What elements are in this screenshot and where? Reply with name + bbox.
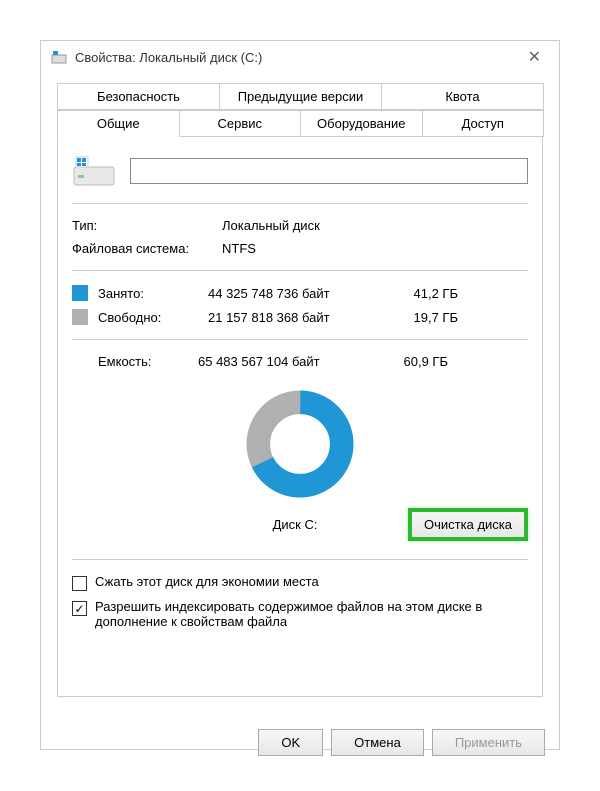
drive-large-icon — [72, 153, 116, 189]
capacity-label: Емкость: — [72, 354, 198, 369]
apply-button[interactable]: Применить — [432, 729, 545, 756]
disk-name-input[interactable] — [130, 158, 528, 184]
compress-checkbox-label: Сжать этот диск для экономии места — [95, 574, 319, 589]
free-bytes: 21 157 818 368 байт — [208, 310, 388, 325]
tab-general[interactable]: Общие — [57, 110, 180, 137]
index-checkbox[interactable] — [72, 601, 87, 616]
disk-cleanup-button[interactable]: Очистка диска — [408, 508, 528, 541]
tab-sharing[interactable]: Доступ — [422, 110, 545, 137]
filesystem-value: NTFS — [222, 241, 528, 256]
close-icon[interactable]: ✕ — [520, 43, 549, 71]
capacity-bytes: 65 483 567 104 байт — [198, 354, 378, 369]
titlebar: Свойства: Локальный диск (C:) ✕ — [41, 41, 559, 73]
tab-panel-general: Тип: Локальный диск Файловая система: NT… — [57, 137, 543, 697]
tabs: Безопасность Предыдущие версии Квота Общ… — [57, 83, 543, 697]
disk-label: Диск C: — [182, 517, 408, 532]
used-gb: 41,2 ГБ — [388, 286, 458, 301]
free-color-swatch — [72, 309, 88, 325]
type-value: Локальный диск — [222, 218, 528, 233]
tab-security[interactable]: Безопасность — [57, 83, 220, 110]
tab-hardware[interactable]: Оборудование — [300, 110, 423, 137]
type-label: Тип: — [72, 218, 222, 233]
tab-tools[interactable]: Сервис — [179, 110, 302, 137]
cancel-button[interactable]: Отмена — [331, 729, 424, 756]
capacity-gb: 60,9 ГБ — [378, 354, 448, 369]
window-title: Свойства: Локальный диск (C:) — [75, 50, 262, 65]
properties-dialog: Свойства: Локальный диск (C:) ✕ Безопасн… — [40, 40, 560, 750]
used-color-swatch — [72, 285, 88, 301]
index-checkbox-label: Разрешить индексировать содержимое файло… — [95, 599, 528, 629]
tab-quota[interactable]: Квота — [381, 83, 544, 110]
usage-donut-chart — [245, 389, 355, 499]
drive-icon — [51, 49, 67, 65]
filesystem-label: Файловая система: — [72, 241, 222, 256]
tab-previous-versions[interactable]: Предыдущие версии — [219, 83, 382, 110]
compress-checkbox[interactable] — [72, 576, 87, 591]
free-gb: 19,7 ГБ — [388, 310, 458, 325]
ok-button[interactable]: OK — [258, 729, 323, 756]
dialog-buttons: OK Отмена Применить — [41, 719, 559, 766]
used-bytes: 44 325 748 736 байт — [208, 286, 388, 301]
free-label: Свободно: — [98, 310, 208, 325]
used-label: Занято: — [98, 286, 208, 301]
